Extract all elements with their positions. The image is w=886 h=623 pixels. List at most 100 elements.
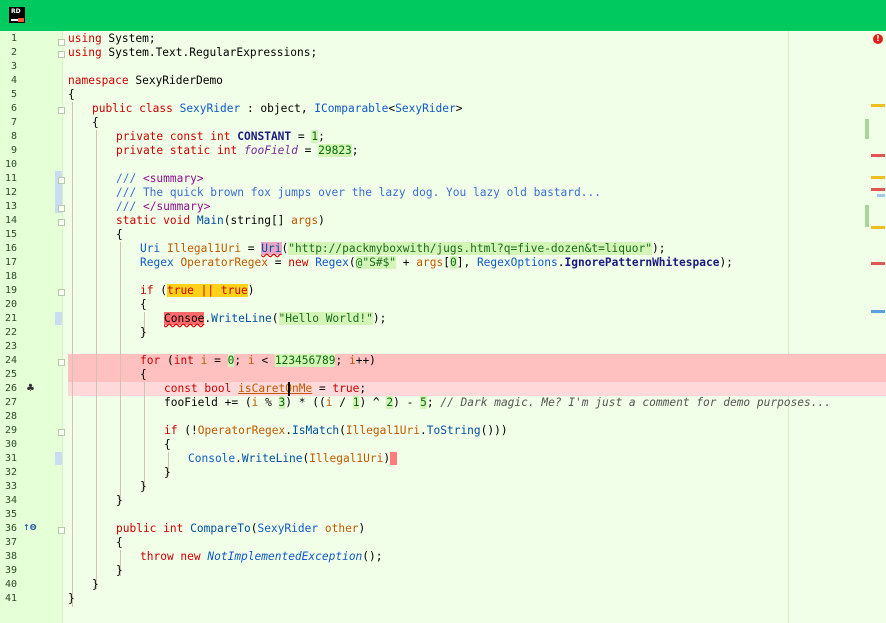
line-number[interactable]: 15 (0, 228, 17, 242)
line-number[interactable]: 29 (0, 424, 17, 438)
error-stripe-icon[interactable]: ! (873, 34, 883, 44)
code-line-8[interactable]: private const int CONSTANT = 1; (116, 130, 325, 144)
line-number[interactable]: 32 (0, 466, 17, 480)
line-number[interactable]: 33 (0, 480, 17, 494)
fold-marker[interactable] (58, 429, 65, 436)
line-number[interactable]: 21 (0, 312, 17, 326)
warning-marker[interactable] (871, 104, 885, 107)
scroll-thumb[interactable] (865, 119, 869, 139)
code-line-22[interactable]: } (140, 326, 147, 340)
code-line-2[interactable]: using System.Text.RegularExpressions; (68, 46, 317, 60)
fold-marker[interactable] (58, 51, 65, 58)
line-number[interactable]: 8 (0, 130, 17, 144)
line-number[interactable]: 22 (0, 326, 17, 340)
error-marker[interactable] (871, 154, 885, 157)
line-number[interactable]: 37 (0, 536, 17, 550)
code-line-30[interactable]: { (164, 438, 171, 452)
code-line-13[interactable]: /// </summary> (116, 200, 210, 214)
fold-marker[interactable] (58, 359, 65, 366)
error-identifier[interactable]: Consoe (164, 312, 205, 325)
line-number[interactable]: 5 (0, 88, 17, 102)
code-line-12[interactable]: /// The quick brown fox jumps over the l… (116, 186, 601, 200)
line-number[interactable]: 20 (0, 298, 17, 312)
code-line-5[interactable]: { (68, 88, 75, 102)
code-line-9[interactable]: private static int fooField = 29823; (116, 144, 359, 158)
code-line-39[interactable]: } (116, 564, 123, 578)
line-number[interactable]: 24 (0, 354, 17, 368)
error-marker[interactable] (871, 262, 885, 265)
error-type-reference[interactable]: Uri (261, 242, 282, 255)
line-number[interactable]: 17 (0, 256, 17, 270)
line-number[interactable]: 2 (0, 46, 17, 60)
code-line-25[interactable]: { (140, 368, 147, 382)
code-line-1[interactable]: using System; (68, 32, 156, 46)
line-number[interactable]: 35 (0, 508, 17, 522)
line-number[interactable]: 28 (0, 410, 17, 424)
line-number[interactable]: 23 (0, 340, 17, 354)
line-number[interactable]: 38 (0, 550, 17, 564)
code-line-31[interactable]: Console.WriteLine(Illegal1Uri) (188, 452, 397, 466)
code-line-16[interactable]: Uri Illegal1Uri = Uri("http://packmyboxw… (140, 242, 665, 256)
line-number[interactable]: 1 (0, 32, 17, 46)
info-marker[interactable] (877, 194, 885, 197)
paintbrush-icon[interactable]: ♣ (26, 383, 35, 394)
change-marker[interactable] (55, 312, 62, 325)
line-number[interactable]: 31 (0, 452, 17, 466)
code-line-6[interactable]: public class SexyRider : object, ICompar… (92, 102, 463, 116)
line-number[interactable]: 12 (0, 186, 17, 200)
line-number[interactable]: 10 (0, 158, 17, 172)
code-line-41[interactable]: } (68, 592, 75, 606)
code-line-32[interactable]: } (164, 466, 171, 480)
code-line-33[interactable]: } (140, 480, 147, 494)
fold-marker[interactable] (58, 107, 65, 114)
code-line-26[interactable]: const bool isCaretOnMe = true; (164, 382, 366, 396)
line-number[interactable]: 11 (0, 172, 17, 186)
code-line-38[interactable]: throw new NotImplementedException(); (140, 550, 383, 564)
code-line-40[interactable]: } (92, 578, 99, 592)
line-number[interactable]: 6 (0, 102, 17, 116)
code-line-17[interactable]: Regex OperatorRegex = new Regex(@"S#$" +… (140, 256, 733, 270)
fold-marker[interactable] (58, 205, 65, 212)
code-line-36[interactable]: public int CompareTo(SexyRider other) (116, 522, 365, 536)
change-marker[interactable] (55, 452, 62, 465)
line-number[interactable]: 7 (0, 116, 17, 130)
code-line-4[interactable]: namespace SexyRiderDemo (68, 74, 223, 88)
rider-app-icon[interactable]: RD (9, 7, 25, 23)
fold-marker[interactable] (58, 39, 65, 46)
line-number[interactable]: 39 (0, 564, 17, 578)
line-number[interactable]: 30 (0, 438, 17, 452)
error-marker[interactable] (871, 188, 885, 191)
line-number[interactable]: 13 (0, 200, 17, 214)
line-number[interactable]: 18 (0, 270, 17, 284)
line-number[interactable]: 26 (0, 382, 17, 396)
line-number[interactable]: 4 (0, 74, 17, 88)
line-number[interactable]: 19 (0, 284, 17, 298)
line-number[interactable]: 16 (0, 242, 17, 256)
line-number[interactable]: 27 (0, 396, 17, 410)
code-line-34[interactable]: } (116, 494, 123, 508)
code-line-29[interactable]: if (!OperatorRegex.IsMatch(Illegal1Uri.T… (164, 424, 508, 438)
warning-marker[interactable] (871, 176, 885, 179)
line-number[interactable]: 9 (0, 144, 17, 158)
code-line-20[interactable]: { (140, 298, 147, 312)
line-number[interactable]: 25 (0, 368, 17, 382)
warning-expression[interactable]: true || true (166, 284, 248, 297)
info-marker[interactable] (871, 310, 885, 313)
code-line-14[interactable]: static void Main(string[] args) (116, 214, 325, 228)
fold-marker[interactable] (58, 289, 65, 296)
error-stripe-scrollbar[interactable] (857, 31, 886, 623)
missing-semicolon-error[interactable] (390, 452, 397, 465)
line-number[interactable]: 41 (0, 592, 17, 606)
code-line-37[interactable]: { (116, 536, 123, 550)
fold-marker[interactable] (58, 527, 65, 534)
line-number[interactable]: 36 (0, 522, 17, 536)
fold-marker[interactable] (58, 177, 65, 184)
code-line-21[interactable]: Consoe.WriteLine("Hello World!"); (164, 312, 386, 326)
code-line-15[interactable]: { (116, 228, 123, 242)
code-line-24[interactable]: for (int i = 0; i < 123456789; i++) (140, 354, 376, 368)
code-line-27[interactable]: fooField += (i % 3) * ((i / 1) ^ 2) - 5;… (164, 396, 831, 410)
implements-up-arrow-icon[interactable]: ↑Θ (23, 523, 37, 532)
warning-marker[interactable] (871, 226, 885, 229)
line-number[interactable]: 3 (0, 60, 17, 74)
code-line-7[interactable]: { (92, 116, 99, 130)
